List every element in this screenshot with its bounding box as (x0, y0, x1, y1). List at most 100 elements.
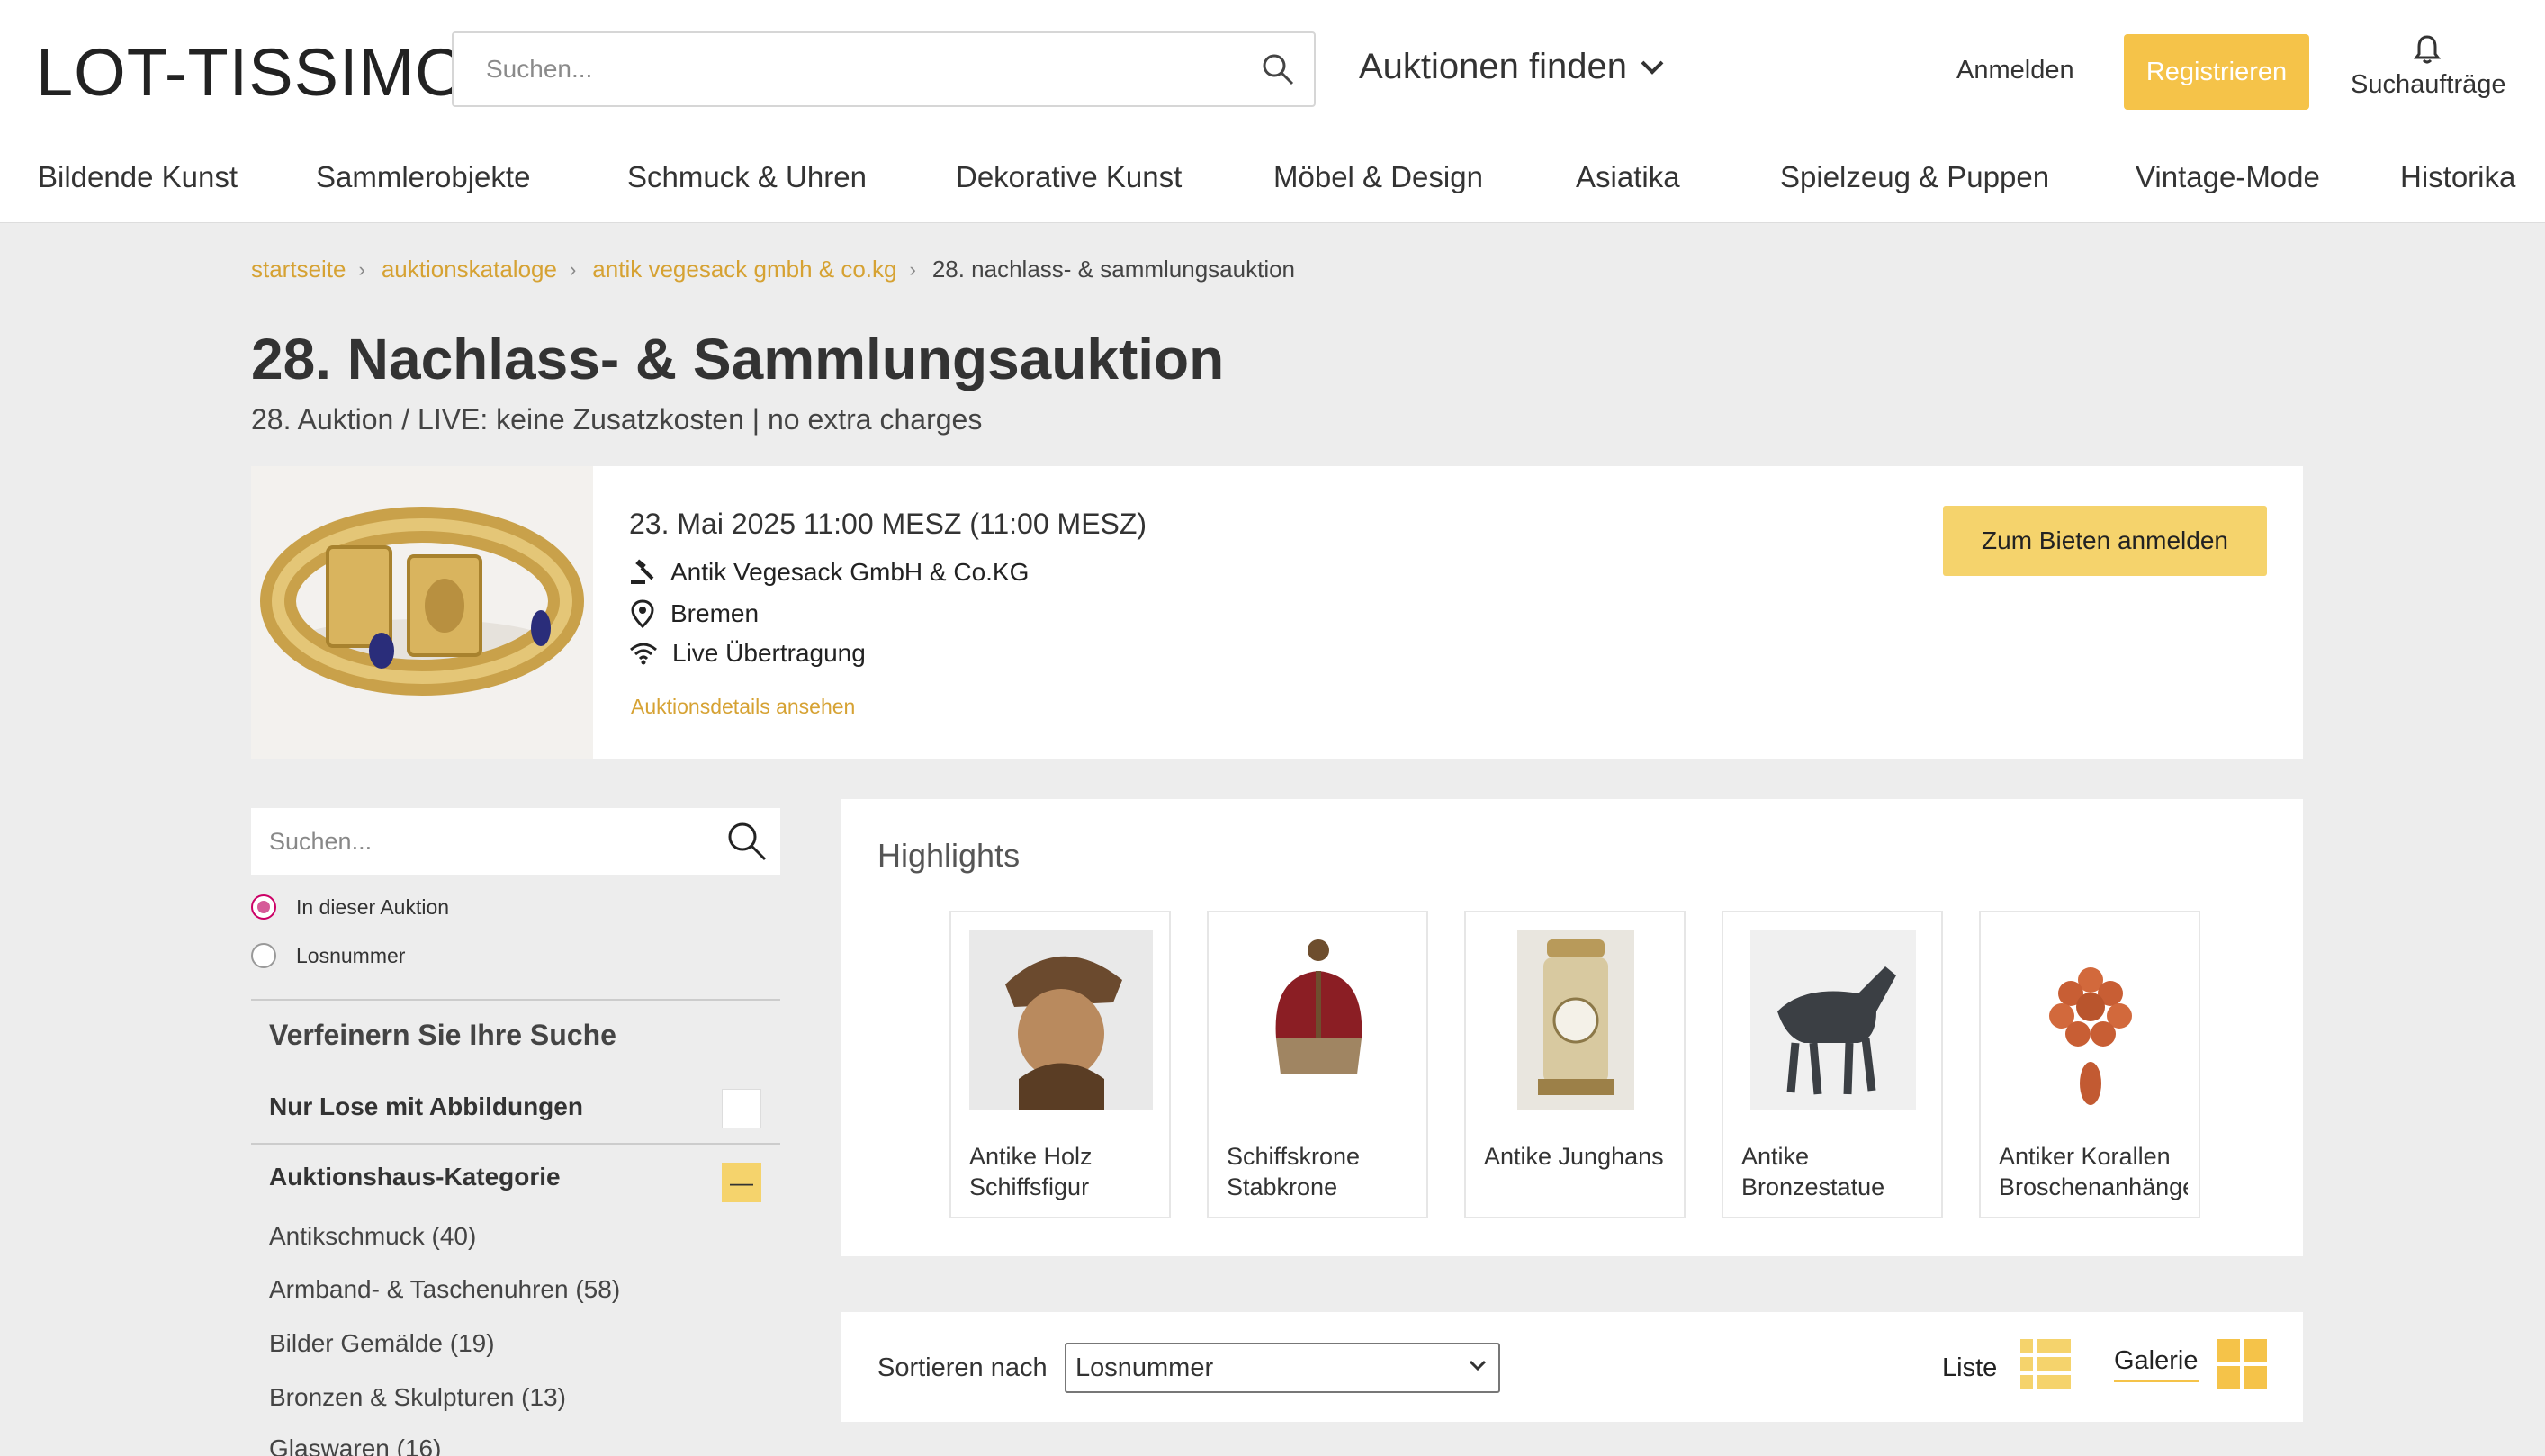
radio-in-auction-label: In dieser Auktion (296, 894, 450, 919)
highlight-card[interactable]: Schiffskrone Stabkrone (1207, 911, 1428, 1218)
nav-item-moebel-design[interactable]: Möbel & Design (1273, 160, 1483, 194)
gavel-icon (631, 559, 654, 584)
auction-thumbnail[interactable] (251, 466, 593, 759)
refine-title: Verfeinern Sie Ihre Suche (269, 1019, 616, 1051)
highlight-image (1741, 930, 1925, 1110)
clock-image (1517, 930, 1634, 1110)
breadcrumb-catalogs[interactable]: auktionskataloge (382, 256, 557, 283)
category-filter-label[interactable]: Auktionshaus-Kategorie (269, 1163, 561, 1191)
highlight-caption: Antike Junghans (1484, 1143, 1664, 1170)
category-item[interactable]: Antikschmuck (40) (269, 1222, 476, 1251)
auction-location: Bremen (670, 599, 760, 627)
highlights-panel: Highlights Antike Holz Schiffsfigur Schi… (841, 799, 2303, 1256)
login-link[interactable]: Anmelden (1956, 56, 2074, 85)
highlight-caption: Antike Bronzestatue (1741, 1143, 1885, 1200)
auction-broadcast: Live Übertragung (672, 639, 866, 667)
find-auctions-label: Auktionen finden (1359, 47, 1628, 86)
auction-info-card: 23. Mai 2025 11:00 MESZ (11:00 MESZ) Ant… (251, 466, 2303, 759)
breadcrumb-current: 28. nachlass- & sammlungsauktion (931, 256, 1296, 283)
breadcrumb-house[interactable]: antik vegesack gmbh & co.kg (592, 256, 896, 283)
sidebar-search (251, 808, 780, 875)
search-icon[interactable] (1260, 51, 1296, 87)
header: LOT-TISSIMO Auktionen finden Anmelden Re… (0, 0, 2545, 223)
breadcrumb-home[interactable]: startseite (251, 256, 346, 283)
list-view-label[interactable]: Liste (1942, 1353, 1997, 1383)
highlight-card[interactable]: Antiker Korallen Broschenanhänger (1979, 911, 2200, 1218)
auction-details-link[interactable]: Auktionsdetails ansehen (631, 695, 855, 719)
nav-item-spielzeug-puppen[interactable]: Spielzeug & Puppen (1780, 160, 2049, 194)
auction-date: 23. Mai 2025 11:00 MESZ (11:00 MESZ) (629, 508, 1147, 540)
logo[interactable]: LOT-TISSIMO (36, 34, 468, 111)
only-images-checkbox[interactable] (722, 1089, 761, 1128)
bell-icon (2414, 35, 2441, 64)
category-item[interactable]: Glaswaren (16) (269, 1434, 441, 1456)
list-view-icon[interactable] (2020, 1339, 2071, 1389)
highlights-title: Highlights (877, 837, 1021, 874)
breadcrumb-separator-icon: › (569, 257, 577, 281)
crown-image (1227, 930, 1410, 1110)
breadcrumb-separator-icon: › (358, 257, 365, 281)
main-search (452, 31, 1316, 107)
breadcrumb: startseite › auktionskataloge › antik ve… (251, 256, 1295, 283)
sort-bar: Sortieren nach Losnummer Liste Galerie (841, 1312, 2303, 1422)
radio-button[interactable] (251, 943, 276, 968)
category-item[interactable]: Armband- & Taschenuhren (58) (269, 1275, 620, 1304)
sidebar-search-input[interactable] (251, 808, 701, 875)
sidebar-divider (251, 999, 780, 1001)
radio-lot-number[interactable]: Losnummer (251, 943, 405, 968)
highlight-caption: Antike Holz Schiffsfigur (969, 1143, 1093, 1200)
radio-lot-number-label: Losnummer (296, 943, 406, 967)
auction-house-row: Antik Vegesack GmbH & Co.KG (629, 558, 1029, 587)
main-search-input[interactable] (454, 33, 1228, 105)
highlight-image (1484, 930, 1668, 1110)
sidebar-divider (251, 1143, 780, 1145)
highlight-card[interactable]: Antike Holz Schiffsfigur (949, 911, 1171, 1218)
register-to-bid-button[interactable]: Zum Bieten anmelden (1943, 506, 2267, 576)
search-alerts-label: Suchaufträge (2351, 70, 2506, 99)
page-title: 28. Nachlass- & Sammlungsauktion (251, 327, 1225, 391)
search-alerts-button[interactable]: Suchaufträge (2351, 34, 2506, 100)
highlight-caption: Antiker Korallen Broschenanhänger (1999, 1143, 2188, 1200)
category-nav: Bildende Kunst Sammlerobjekte Schmuck & … (0, 153, 2545, 207)
bracelet-image (251, 466, 593, 759)
auction-location-row: Bremen (629, 599, 759, 628)
category-item[interactable]: Bronzen & Skulpturen (13) (269, 1383, 566, 1412)
gallery-view-label[interactable]: Galerie (2114, 1346, 2199, 1382)
category-item[interactable]: Bilder Gemälde (19) (269, 1329, 495, 1358)
highlight-image (969, 930, 1153, 1110)
category-collapse-button[interactable]: — (722, 1163, 761, 1202)
nav-item-historika[interactable]: Historika (2400, 160, 2515, 194)
register-button[interactable]: Registrieren (2124, 34, 2309, 110)
highlight-image (1227, 930, 1410, 1110)
nav-item-vintage-mode[interactable]: Vintage-Mode (2136, 160, 2320, 194)
nav-item-dekorative-kunst[interactable]: Dekorative Kunst (956, 160, 1182, 194)
highlight-card[interactable]: Antike Bronzestatue (1722, 911, 1943, 1218)
wifi-icon (630, 643, 657, 665)
bronze-statue-image (1750, 930, 1916, 1110)
nav-item-sammlerobjekte[interactable]: Sammlerobjekte (316, 160, 530, 194)
page-subtitle: 28. Auktion / LIVE: keine Zusatzkosten |… (251, 403, 983, 436)
nav-item-bildende-kunst[interactable]: Bildende Kunst (38, 160, 238, 194)
breadcrumb-separator-icon: › (909, 257, 916, 281)
auction-house-name[interactable]: Antik Vegesack GmbH & Co.KG (670, 558, 1029, 587)
auction-broadcast-row: Live Übertragung (629, 639, 866, 668)
location-pin-icon (631, 599, 654, 628)
highlight-image (1999, 930, 2182, 1110)
highlight-card[interactable]: Antike Junghans (1464, 911, 1686, 1218)
sort-label: Sortieren nach (877, 1353, 1048, 1382)
chevron-down-icon (1641, 60, 1664, 75)
highlight-caption: Schiffskrone Stabkrone (1227, 1143, 1361, 1200)
find-auctions-dropdown[interactable]: Auktionen finden (1359, 47, 1665, 87)
chevron-down-icon (1469, 1360, 1487, 1371)
nav-item-schmuck-uhren[interactable]: Schmuck & Uhren (627, 160, 867, 194)
only-images-label: Nur Lose mit Abbildungen (269, 1092, 583, 1120)
wooden-figure-image (969, 930, 1153, 1110)
radio-button-checked[interactable] (251, 894, 276, 920)
sort-selected-value: Losnummer (1075, 1353, 1214, 1382)
sort-select[interactable]: Losnummer (1065, 1343, 1500, 1393)
search-icon[interactable] (726, 821, 768, 862)
radio-in-auction[interactable]: In dieser Auktion (251, 894, 449, 920)
gallery-view-icon[interactable] (2217, 1339, 2267, 1389)
coral-brooch-image (1999, 930, 2182, 1110)
nav-item-asiatika[interactable]: Asiatika (1576, 160, 1680, 194)
